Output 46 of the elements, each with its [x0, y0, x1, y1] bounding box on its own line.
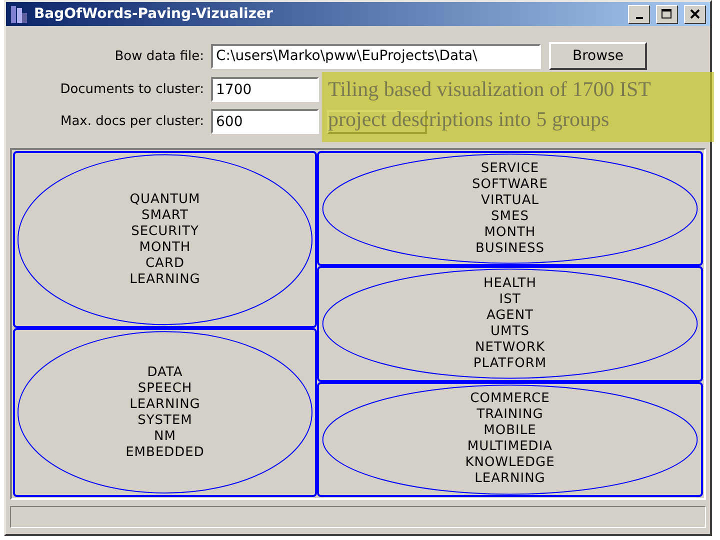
input-field[interactable]: 600 [211, 109, 319, 134]
keyword: SYSTEM [138, 412, 192, 429]
input-field[interactable]: 1700 [211, 77, 319, 102]
maximize-button[interactable] [656, 4, 678, 24]
input-field[interactable]: C:\users\Marko\pww\EuProjects\Data\ [211, 44, 541, 68]
keyword: MONTH [484, 224, 536, 241]
keyword: DATA [147, 364, 183, 381]
keyword: COMMERCE [470, 391, 550, 408]
app-icon [10, 4, 28, 24]
keyword: LEARNING [474, 471, 546, 488]
keyword: CARD [145, 256, 184, 272]
keyword: LEARNING [130, 396, 200, 413]
field-label: Max. docs per cluster: [60, 114, 204, 129]
keyword: SECURITY [131, 224, 199, 240]
close-icon [690, 9, 700, 19]
keyword: MONTH [139, 240, 191, 256]
keyword: BUSINESS [476, 240, 544, 257]
caption-overlay: Tiling based visualization of 1700 IST project descriptions into 5 groups [322, 72, 714, 142]
keyword: MOBILE [484, 423, 536, 440]
keyword: SERVICE [480, 160, 540, 177]
keyword: AGENT [486, 308, 534, 324]
keyword: SPEECH [138, 380, 192, 397]
keyword: LEARNING [130, 272, 200, 288]
keyword: EMBEDDED [126, 444, 204, 461]
keyword: VIRTUAL [481, 192, 539, 209]
keyword: TRAINING [476, 407, 544, 424]
close-button[interactable] [684, 4, 706, 24]
minimize-icon [636, 17, 642, 19]
keyword: MULTIMEDIA [467, 439, 553, 456]
keyword: HEALTH [483, 276, 537, 292]
keyword: NM [154, 428, 176, 445]
keyword: PLATFORM [473, 356, 547, 372]
keyword: UMTS [490, 324, 530, 340]
keyword: SOFTWARE [472, 176, 548, 193]
keyword: QUANTUM [130, 192, 200, 208]
window-title: BagOfWords-Paving-Vizualizer [34, 6, 274, 22]
keyword: SMES [491, 208, 529, 225]
keyword: IST [499, 292, 521, 308]
field-label: Bow data file: [114, 48, 204, 64]
browse-button[interactable]: Browse [549, 42, 647, 70]
keyword: KNOWLEDGE [465, 455, 555, 472]
field-label: Documents to cluster: [59, 82, 204, 97]
maximize-icon [661, 9, 673, 19]
keyword: NETWORK [474, 340, 546, 356]
minimize-button[interactable] [628, 4, 650, 24]
keyword: SMART [142, 208, 188, 224]
